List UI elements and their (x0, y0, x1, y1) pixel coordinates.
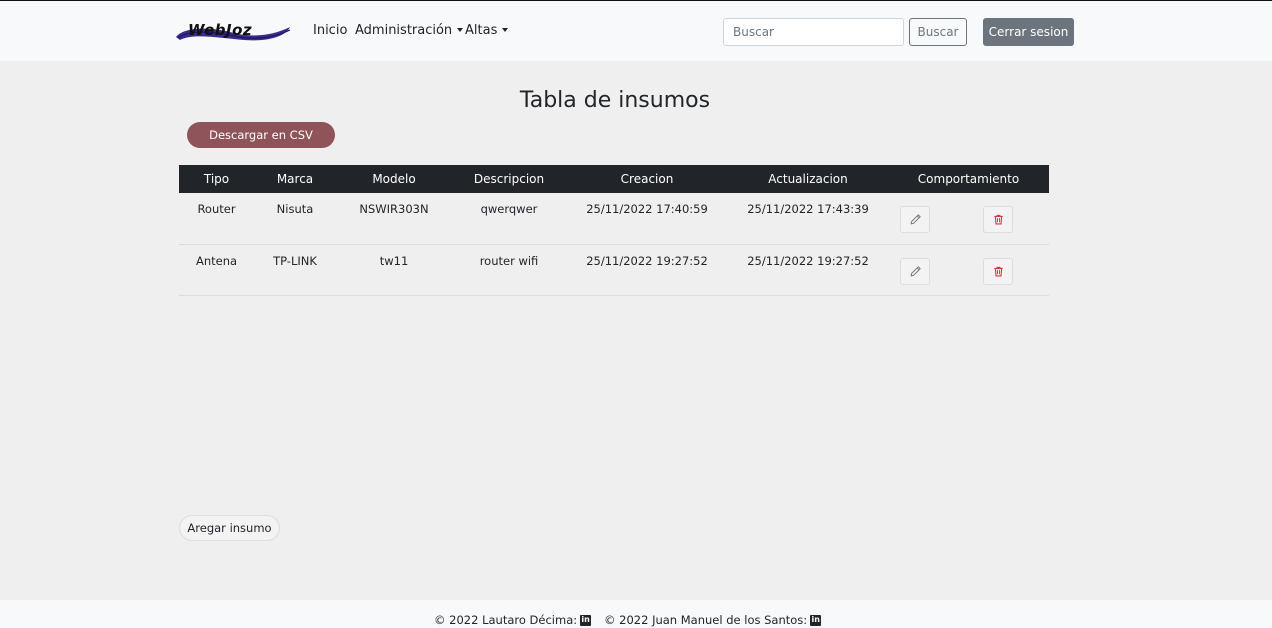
delete-button[interactable] (983, 206, 1013, 233)
search-button[interactable]: Buscar (909, 18, 967, 46)
footer-credit-text: © 2022 Juan Manuel de los Santos: (604, 613, 808, 627)
column-header-modelo: Modelo (372, 172, 416, 186)
footer-credit: © 2022 Lautaro Décima: in (434, 613, 592, 627)
add-insumo-button[interactable]: Aregar insumo (179, 515, 280, 541)
caret-down-icon (457, 28, 464, 32)
nav-dropdown-administracion[interactable]: Administración (355, 23, 464, 38)
cell-marca: Nisuta (276, 202, 314, 216)
table-header-row: Tipo Marca Modelo Descripcion Creacion A… (179, 165, 1049, 193)
cell-tipo: Router (197, 202, 236, 216)
navbar: WebJoz Inicio Administración Altas Busca… (0, 0, 1272, 61)
nav-dropdown-altas[interactable]: Altas (465, 23, 509, 38)
caret-down-icon (502, 28, 509, 32)
delete-button[interactable] (983, 257, 1013, 285)
page-title: Tabla de insumos (0, 88, 1228, 113)
cell-descripcion: qwerqwer (480, 202, 538, 216)
linkedin-icon[interactable]: in (810, 614, 822, 626)
download-csv-button[interactable]: Descargar en CSV (187, 122, 335, 148)
cell-marca: TP-LINK (273, 253, 317, 268)
insumos-table: Tipo Marca Modelo Descripcion Creacion A… (179, 165, 1049, 296)
page-title-text: Tabla de insumos (519, 88, 711, 113)
pencil-icon (910, 214, 921, 225)
nav-link-label: Altas (465, 23, 498, 38)
trash-icon (993, 214, 1003, 225)
nav-link-inicio[interactable]: Inicio (313, 23, 347, 38)
cell-modelo: NSWIR303N (359, 202, 429, 216)
cell-actions (888, 244, 1049, 295)
trash-icon (993, 266, 1003, 277)
linkedin-icon[interactable]: in (580, 614, 592, 626)
column-header-creacion: Creacion (620, 172, 674, 186)
brand-logo[interactable]: WebJoz (174, 21, 292, 45)
footer-credit: © 2022 Juan Manuel de los Santos: in (604, 613, 822, 627)
edit-button[interactable] (900, 257, 930, 285)
footer-credit-text: © 2022 Lautaro Décima: (434, 613, 578, 627)
cell-actualizacion: 25/11/2022 17:43:39 (747, 202, 869, 216)
logout-button[interactable]: Cerrar sesion (983, 18, 1074, 46)
column-header-tipo: Tipo (203, 172, 230, 186)
nav-link-label: Administración (355, 23, 453, 38)
column-header-comportamiento: Comportamiento (917, 172, 1020, 186)
cell-tipo: Antena (195, 253, 238, 268)
cell-actualizacion: 25/11/2022 19:27:52 (747, 253, 869, 268)
cell-creacion: 25/11/2022 19:27:52 (586, 253, 708, 268)
edit-button[interactable] (900, 206, 930, 233)
pencil-icon (910, 265, 921, 276)
column-header-descripcion: Descripcion (473, 172, 545, 186)
column-header-marca: Marca (276, 172, 314, 186)
table-row: Antena TP-LINK tw11 router wifi 25/11/20… (179, 244, 1049, 295)
logo-text: WebJoz (188, 21, 253, 39)
cell-modelo: tw11 (379, 253, 409, 268)
search-input[interactable] (723, 18, 904, 46)
table-row: Router Nisuta NSWIR303N qwerqwer 25/11/2… (179, 193, 1049, 244)
cell-creacion: 25/11/2022 17:40:59 (586, 202, 708, 216)
nav-link-label: Inicio (313, 23, 348, 38)
column-header-actualizacion: Actualizacion (768, 172, 848, 186)
cell-actions (888, 193, 1049, 244)
footer: © 2022 Lautaro Décima: in © 2022 Juan Ma… (0, 600, 1272, 628)
cell-descripcion: router wifi (479, 253, 539, 268)
